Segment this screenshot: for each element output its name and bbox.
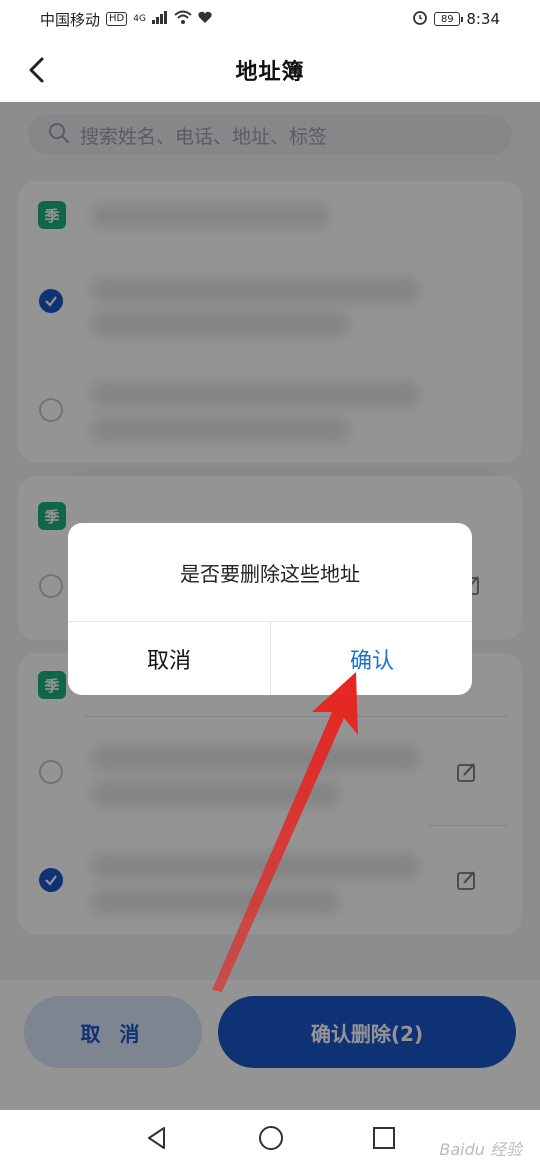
wifi-icon <box>174 10 192 28</box>
dialog-message: 是否要删除这些地址 <box>180 561 360 586</box>
page-title: 地址簿 <box>235 60 305 85</box>
confirm-dialog: 是否要删除这些地址 取消 确认 <box>68 523 472 695</box>
back-triangle-icon[interactable] <box>144 1125 170 1155</box>
battery-level: 89 <box>440 13 454 25</box>
hd-badge: HD <box>106 12 128 26</box>
recents-square-icon[interactable] <box>372 1126 396 1154</box>
heart-icon <box>198 10 212 28</box>
app-header: 地址簿 <box>0 38 540 102</box>
clock: 8:34 <box>466 10 500 28</box>
chevron-left-icon[interactable] <box>24 56 52 84</box>
home-circle-icon[interactable] <box>258 1125 284 1155</box>
battery-icon: 89 <box>434 12 464 26</box>
system-nav-bar: Baidu 经验 <box>0 1110 540 1170</box>
alarm-icon <box>412 9 428 29</box>
network-label: 4G <box>133 14 146 24</box>
dialog-cancel-button[interactable]: 取消 <box>68 622 270 695</box>
dialog-confirm-button[interactable]: 确认 <box>271 622 472 695</box>
carrier-label: 中国移动 <box>40 10 101 29</box>
signal-icon <box>151 10 168 28</box>
watermark: Baidu 经验 <box>439 1140 522 1159</box>
status-bar: 中国移动 HD 4G 89 8:34 <box>0 0 540 38</box>
